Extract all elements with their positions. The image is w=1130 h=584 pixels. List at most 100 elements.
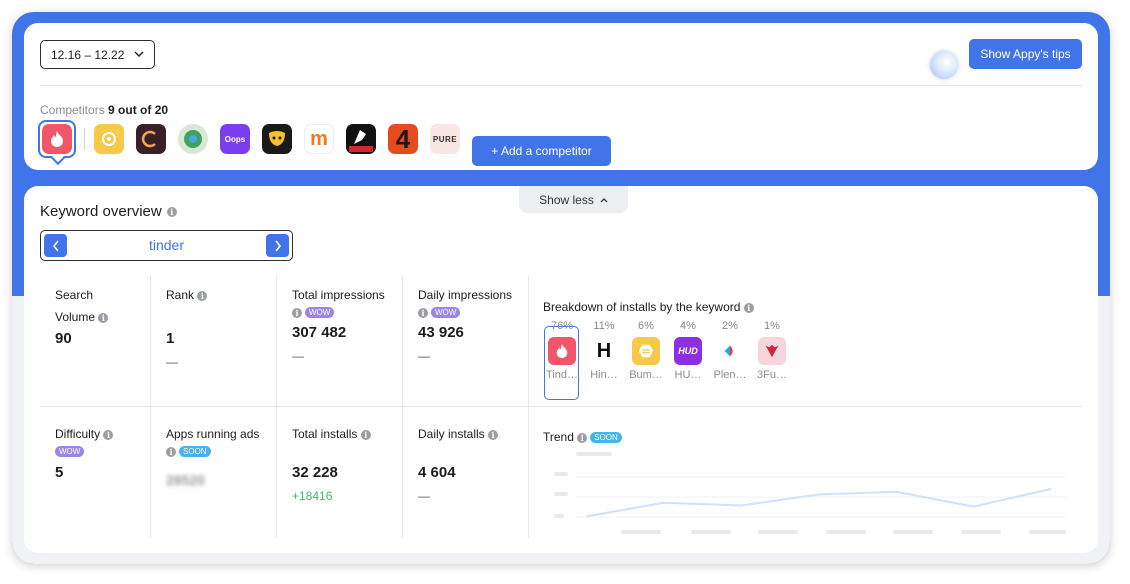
- hud-logo-icon: HUD: [674, 337, 702, 365]
- heart-logo-icon: [758, 337, 786, 365]
- competitors-count: 9 out of 20: [108, 103, 169, 117]
- metric-label: Total installs i: [292, 426, 371, 442]
- fish-logo-icon: [716, 337, 744, 365]
- grid-divider-vertical: [150, 276, 151, 538]
- info-icon[interactable]: i: [292, 307, 302, 318]
- metric-label: Total impressions: [292, 288, 385, 302]
- trend-title: Trend i SOON: [543, 430, 622, 444]
- hive-icon: [102, 132, 116, 146]
- wow-badge: WOW: [55, 446, 85, 458]
- wow-badge: WOW: [305, 307, 335, 319]
- show-tips-button[interactable]: Show Appy's tips: [969, 39, 1082, 69]
- m-logo-icon: m: [310, 128, 328, 150]
- app-icon-oops[interactable]: Oops: [220, 124, 250, 154]
- metric-value: 4 604: [418, 464, 456, 481]
- app-icon-pure[interactable]: PURE: [430, 124, 460, 154]
- info-icon[interactable]: i: [98, 312, 109, 323]
- free-badge-icon: [349, 130, 373, 152]
- metric-value-blurred: 28520: [166, 472, 205, 488]
- breakdown-item-hinge[interactable]: 11% H Hin…: [586, 318, 622, 381]
- grid-divider-horizontal: [40, 406, 1082, 407]
- show-less-toggle[interactable]: Show less: [519, 186, 628, 213]
- competitors-card: 12.16 – 12.22 Show Appy's tips Competito…: [24, 23, 1098, 170]
- flame-icon: [51, 131, 63, 147]
- info-icon[interactable]: i: [103, 429, 114, 440]
- metric-daily-installs: Daily installs i 4 604 —: [418, 426, 499, 503]
- add-competitor-button[interactable]: + Add a competitor: [472, 136, 611, 166]
- metric-rank: Rank i 1 —: [166, 284, 208, 369]
- mask-icon: [269, 131, 285, 146]
- info-icon[interactable]: i: [488, 429, 499, 440]
- metric-difficulty: Difficulty i WOW 5: [55, 426, 114, 481]
- flame-icon: [548, 337, 576, 365]
- keyword-overview-card: Show less Keyword overview i tinder Sear…: [24, 186, 1098, 553]
- info-icon[interactable]: i: [360, 429, 371, 440]
- app-icon-4[interactable]: [178, 124, 208, 154]
- metric-label: Difficulty i: [55, 426, 114, 442]
- metric-apps-running-ads: Apps running ads i SOON 28520: [166, 426, 259, 488]
- h-logo-icon: H: [596, 339, 612, 362]
- chevron-left-icon: [52, 240, 59, 251]
- prev-keyword-button[interactable]: [44, 234, 67, 257]
- metric-search-volume: Search Volume i 90: [55, 284, 135, 347]
- info-icon[interactable]: i: [197, 290, 208, 301]
- metric-value: 90: [55, 330, 72, 347]
- oops-logo-icon: Oops: [224, 134, 246, 144]
- hive-icon: [632, 337, 660, 365]
- soon-badge: SOON: [179, 446, 211, 458]
- app-icon-mamba[interactable]: m: [304, 124, 334, 154]
- metric-change: —: [292, 349, 304, 364]
- chevron-down-icon: [134, 51, 144, 57]
- wow-badge: WOW: [431, 307, 461, 319]
- app-icon-tinder[interactable]: [42, 124, 72, 154]
- metric-value: 32 228: [292, 464, 338, 481]
- appy-assistant-icon[interactable]: [930, 51, 958, 79]
- metric-value: 5: [55, 464, 64, 481]
- divider: [40, 85, 1082, 86]
- metric-value: 43 926: [418, 324, 464, 342]
- keyword-value: tinder: [148, 237, 185, 253]
- trend-chart-placeholder: [554, 452, 1066, 534]
- metric-change: +18416: [292, 489, 333, 503]
- breakdown-item-plenty[interactable]: 2% Plen…: [712, 318, 748, 381]
- metric-total-installs: Total installs i 32 228 +18416: [292, 426, 371, 503]
- chevron-right-icon: [274, 240, 281, 251]
- pure-logo-icon: PURE: [432, 134, 458, 144]
- breakdown-item-hud[interactable]: 4% HUD HU…: [670, 318, 706, 381]
- metric-daily-impressions: Daily impressions i WOW 43 926 —: [418, 284, 512, 363]
- metric-label: Search Volume i: [55, 284, 135, 328]
- metric-change: —: [418, 349, 430, 364]
- info-icon[interactable]: i: [418, 307, 428, 318]
- soon-badge: SOON: [590, 432, 622, 444]
- grid-divider-vertical: [276, 276, 277, 538]
- info-icon[interactable]: i: [577, 432, 588, 443]
- c-logo-icon: [141, 130, 156, 148]
- competitors-count-label: Competitors 9 out of 20: [40, 103, 169, 117]
- app-icon-4-logo[interactable]: 4: [388, 124, 418, 154]
- trend-line: [585, 488, 1052, 518]
- app-icon-grindr[interactable]: [262, 124, 292, 154]
- date-range-value: 12.16 – 12.22: [51, 47, 125, 62]
- info-icon[interactable]: i: [166, 446, 176, 457]
- metric-value: 307 482: [292, 324, 347, 342]
- date-range-select[interactable]: 12.16 – 12.22: [40, 40, 155, 69]
- app-icon-free[interactable]: [346, 124, 376, 154]
- metric-label: Apps running ads: [166, 427, 260, 441]
- metric-label: Rank i: [166, 284, 208, 306]
- four-logo-icon: 4: [395, 124, 411, 154]
- metric-label: Daily installs i: [418, 426, 499, 442]
- app-icon-3[interactable]: [136, 124, 166, 154]
- metric-value: 1: [166, 330, 175, 347]
- next-keyword-button[interactable]: [266, 234, 289, 257]
- app-frame: 12.16 – 12.22 Show Appy's tips Competito…: [12, 12, 1110, 564]
- circle-logo-icon: [184, 130, 202, 148]
- info-icon[interactable]: i: [166, 206, 177, 217]
- keyword-switcher: tinder: [40, 230, 293, 261]
- chevron-up-icon: [600, 197, 608, 202]
- breakdown-item-bumble[interactable]: 6% Bum…: [628, 318, 664, 381]
- breakdown-item-tinder[interactable]: 76% Tind…: [544, 318, 580, 381]
- app-icon-bumble[interactable]: [94, 124, 124, 154]
- metric-change: —: [166, 355, 178, 369]
- breakdown-item-3fun[interactable]: 1% 3Fu…: [754, 318, 790, 381]
- info-icon[interactable]: i: [743, 302, 754, 313]
